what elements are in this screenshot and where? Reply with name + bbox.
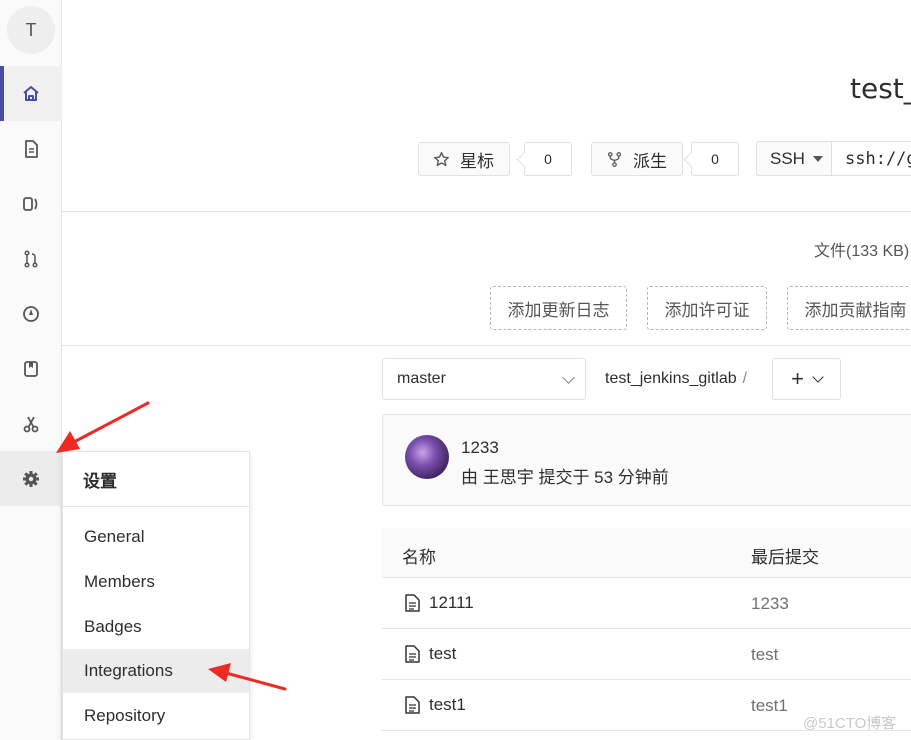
sidebar-item-settings[interactable] [0,451,62,506]
fork-count[interactable]: 0 [691,142,739,176]
plus-icon: + [791,366,804,391]
menu-item-members[interactable]: Members [63,560,249,604]
watermark: @51CTO博客 [803,715,897,732]
wiki-icon [24,360,38,377]
sidebar-item-wiki[interactable] [0,341,62,396]
file-last-commit[interactable]: test [751,645,778,665]
fork-icon [607,151,622,167]
sidebar-item-snippets[interactable] [0,396,62,451]
project-sidebar: T [0,0,62,740]
file-icon [25,139,38,158]
chevron-down-icon [812,371,824,383]
issues-icon [23,196,38,211]
files-size-stat[interactable]: 文件(133 KB) [814,237,909,261]
add-changelog-button[interactable]: 添加更新日志 [490,286,627,330]
file-icon [405,645,420,663]
last-commit-panel: 1233 由 王思宇 提交于 53 分钟前 [382,414,911,506]
file-name[interactable]: test1 [429,695,466,715]
home-icon [23,85,39,101]
file-name-cell[interactable]: 12111 [404,593,474,613]
settings-flyout-menu: 设置 General Members Badges Integrations R… [62,451,250,740]
merge-request-icon [24,249,38,268]
file-last-commit[interactable]: 1233 [751,594,789,614]
commit-meta: 由 王思宇 提交于 53 分钟前 [461,468,669,487]
file-name-cell[interactable]: test1 [404,695,466,715]
flyout-title[interactable]: 设置 [63,452,249,507]
caret-down-icon [812,155,823,162]
table-row[interactable]: 12111 1233 [382,578,911,629]
chevron-down-icon [562,371,575,384]
rocket-icon [23,305,39,322]
project-title: test_ [850,72,911,105]
star-button[interactable]: 星标 [418,142,510,176]
branch-select[interactable]: master [382,358,586,400]
file-last-commit[interactable]: test1 [751,696,788,716]
add-contributing-button[interactable]: 添加贡献指南 [787,286,911,330]
menu-item-badges[interactable]: Badges [63,605,249,649]
menu-item-integrations[interactable]: Integrations [63,649,249,693]
sidebar-item-cicd[interactable] [0,286,62,341]
menu-item-repository[interactable]: Repository [63,694,249,738]
snippets-icon [23,416,39,432]
divider [62,345,911,346]
breadcrumb: test_jenkins_gitlab / [605,370,747,388]
gear-icon [23,470,39,487]
sidebar-item-project[interactable] [0,66,62,121]
divider [62,211,911,212]
column-header-last-commit: 最后提交 [751,548,819,567]
breadcrumb-root[interactable]: test_jenkins_gitlab [605,370,737,387]
star-count[interactable]: 0 [524,142,572,176]
file-name-cell[interactable]: test [404,644,456,664]
sidebar-item-merge-requests[interactable] [0,231,62,286]
arrow-to-settings [56,401,150,453]
clone-protocol-label: SSH [770,148,805,168]
add-file-dropdown[interactable]: + [772,358,841,400]
clone-protocol-dropdown[interactable]: SSH [756,141,832,176]
project-avatar[interactable]: T [7,6,55,54]
star-label: 星标 [460,151,494,171]
sidebar-item-repository[interactable] [0,121,62,176]
fork-label: 派生 [633,151,667,171]
fork-button[interactable]: 派生 [591,142,683,176]
column-header-name: 名称 [402,548,436,567]
star-icon [434,151,449,166]
breadcrumb-separator: / [742,370,748,387]
clone-url-field[interactable]: ssh://g [831,141,911,176]
menu-item-general[interactable]: General [63,515,249,559]
commit-author-avatar[interactable] [405,435,449,479]
file-table-header: 名称 最后提交 [382,528,911,578]
file-icon [405,696,420,714]
add-license-button[interactable]: 添加许可证 [647,286,767,330]
file-name[interactable]: test [429,644,456,664]
sidebar-item-issues[interactable] [0,176,62,231]
file-icon [405,594,420,612]
commit-title[interactable]: 1233 [461,438,499,458]
file-name[interactable]: 12111 [429,593,474,613]
table-row[interactable]: test test [382,629,911,680]
branch-name: master [397,370,446,387]
